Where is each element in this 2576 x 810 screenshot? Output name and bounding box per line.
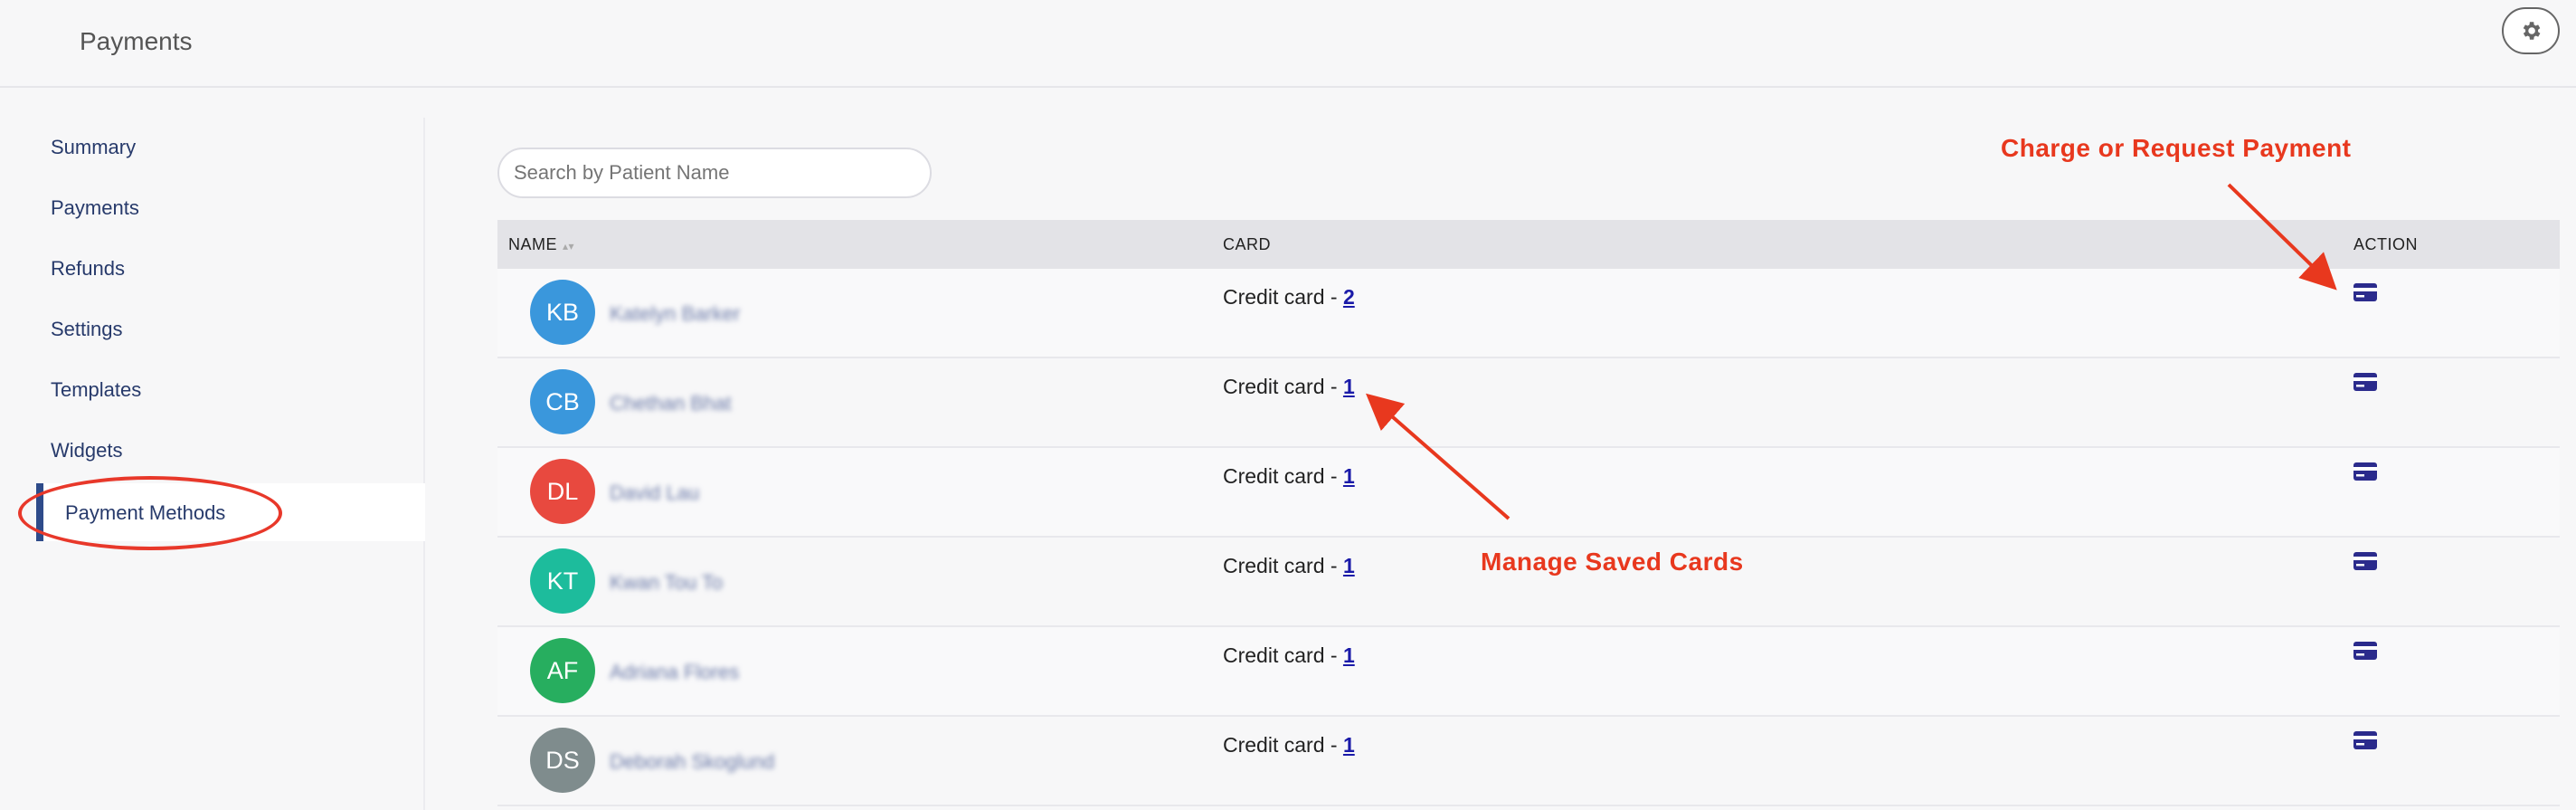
table-row: KB Katelyn Barker Credit card - 2 [497,269,2560,358]
column-header-action: ACTION [2353,235,2419,253]
table-header: NAME ▴▾ CARD ACTION [497,220,2560,269]
card-count-link[interactable]: 2 [1343,285,1355,309]
card-count-link[interactable]: 1 [1343,464,1355,488]
sidebar-item-widgets[interactable]: Widgets [51,439,122,462]
gear-icon [2523,22,2541,40]
card-label: Credit card - [1223,733,1343,757]
avatar: CB [530,369,595,434]
card-count-link[interactable]: 1 [1343,554,1355,577]
card-cell: Credit card - 1 [1223,643,1355,668]
sidebar-item-templates[interactable]: Templates [51,378,141,402]
column-header-name[interactable]: NAME ▴▾ [508,235,574,254]
avatar: DL [530,459,595,524]
credit-card-icon[interactable] [2353,642,2377,660]
highlight-ellipse [18,476,282,550]
patient-name[interactable]: Adriana Flores [610,661,739,684]
patient-name[interactable]: Katelyn Barker [610,302,740,326]
page-title: Payments [80,27,193,55]
sidebar-item-summary[interactable]: Summary [51,136,136,159]
avatar: KT [530,548,595,614]
card-count-link[interactable]: 1 [1343,375,1355,398]
card-label: Credit card - [1223,375,1343,398]
sidebar-item-refunds[interactable]: Refunds [51,257,125,281]
card-cell: Credit card - 1 [1223,375,1355,399]
column-header-card: CARD [1223,235,1272,253]
settings-button[interactable] [2502,7,2560,54]
table-row: DL David Lau Credit card - 1 [497,448,2560,538]
card-cell: Credit card - 2 [1223,285,1355,310]
card-count-link[interactable]: 1 [1343,643,1355,667]
card-label: Credit card - [1223,285,1343,309]
card-label: Credit card - [1223,643,1343,667]
annotation-manage: Manage Saved Cards [1481,548,1744,576]
avatar: KB [530,280,595,345]
card-cell: Credit card - 1 [1223,464,1355,489]
credit-card-icon[interactable] [2353,462,2377,481]
annotation-charge: Charge or Request Payment [2001,134,2352,162]
credit-card-icon[interactable] [2353,283,2377,301]
card-count-link[interactable]: 1 [1343,733,1355,757]
patient-name[interactable]: Chethan Bhat [610,392,732,415]
card-label: Credit card - [1223,554,1343,577]
card-label: Credit card - [1223,464,1343,488]
sidebar-item-payments[interactable]: Payments [51,196,139,220]
table-row: CB Chethan Bhat Credit card - 1 [497,358,2560,448]
card-cell: Credit card - 1 [1223,554,1355,578]
card-cell: Credit card - 1 [1223,733,1355,758]
sidebar-item-settings[interactable]: Settings [51,318,123,341]
avatar: AF [530,638,595,703]
sidebar: Summary Payments Refunds Settings Templa… [0,118,425,810]
column-header-name-label: NAME [508,235,558,253]
patient-name[interactable]: David Lau [610,481,699,505]
table-row: DS Deborah Skoglund Credit card - 1 [497,717,2560,806]
patient-name[interactable]: Kwan Tou To [610,571,723,595]
avatar: DS [530,728,595,793]
search-input[interactable] [497,148,932,198]
top-bar: Payments [0,0,2576,88]
credit-card-icon[interactable] [2353,373,2377,391]
credit-card-icon[interactable] [2353,731,2377,749]
credit-card-icon[interactable] [2353,552,2377,570]
sort-icon: ▴▾ [563,240,575,253]
table-row: AF Adriana Flores Credit card - 1 [497,627,2560,717]
patient-name[interactable]: Deborah Skoglund [610,750,774,774]
